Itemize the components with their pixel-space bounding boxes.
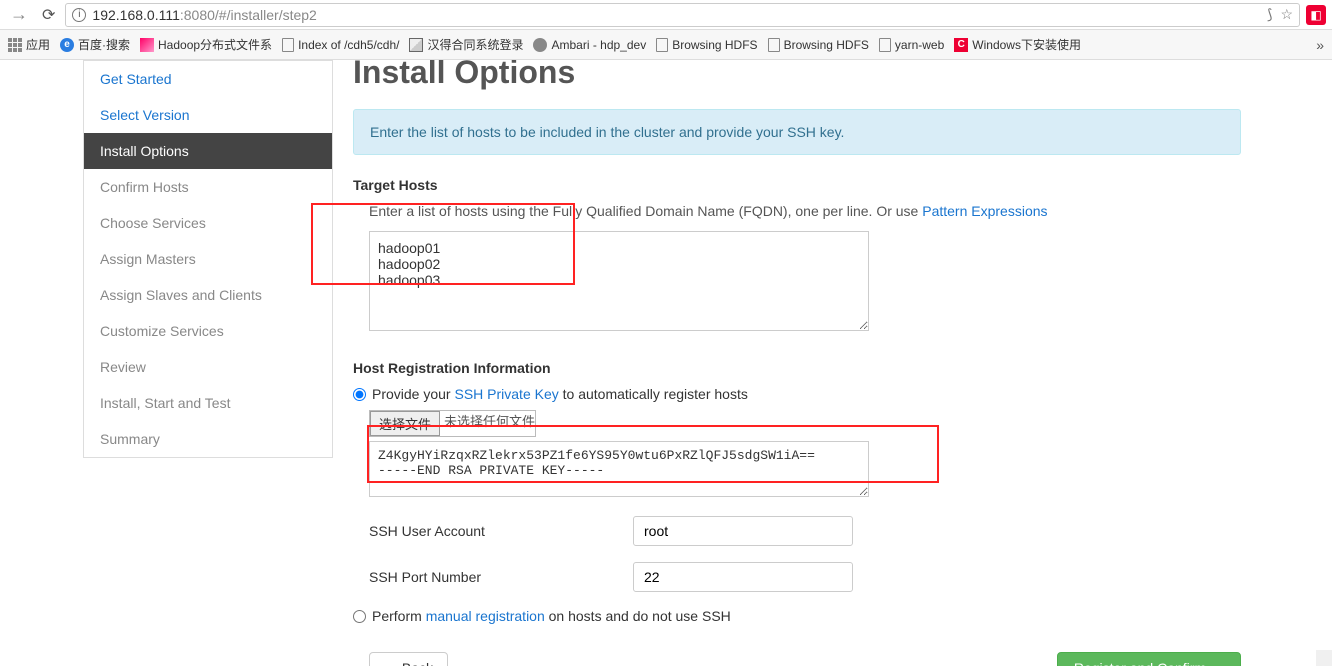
sidebar-item-confirm-hosts: Confirm Hosts — [84, 169, 332, 205]
sidebar-item-install-options[interactable]: Install Options — [84, 133, 332, 169]
url-text: 192.168.0.111:8080/#/installer/step2 — [92, 7, 1261, 23]
radio-manual-registration[interactable]: Perform manual registration on hosts and… — [353, 608, 1241, 624]
ssh-port-label: SSH Port Number — [353, 569, 633, 585]
bookmarks-overflow-icon[interactable]: » — [1316, 37, 1324, 53]
ssh-key-textarea[interactable] — [369, 441, 869, 497]
radio-ssh-key[interactable]: Provide your SSH Private Key to automati… — [353, 386, 1241, 402]
sidebar-item-get-started[interactable]: Get Started — [84, 61, 332, 97]
sidebar-item-review: Review — [84, 349, 332, 385]
bookmark-item[interactable]: CWindows下安装使用 — [954, 36, 1081, 53]
info-banner: Enter the list of hosts to be included i… — [353, 109, 1241, 155]
bookmark-item[interactable]: Browsing HDFS — [768, 38, 869, 52]
bookmark-item[interactable]: 汉得合同系统登录 — [409, 36, 523, 53]
bookmark-item[interactable]: Hadoop分布式文件系 — [140, 36, 272, 53]
back-button[interactable]: ← Back — [369, 652, 448, 666]
sidebar-item-choose-services: Choose Services — [84, 205, 332, 241]
address-bar[interactable]: i 192.168.0.111:8080/#/installer/step2 ⟆… — [65, 3, 1300, 27]
pattern-expressions-link[interactable]: Pattern Expressions — [922, 203, 1047, 219]
ssh-private-key-link[interactable]: SSH Private Key — [454, 386, 558, 402]
bookmark-item[interactable]: Index of /cdh5/cdh/ — [282, 38, 399, 52]
bookmark-item[interactable]: yarn-web — [879, 38, 944, 52]
apps-shortcut[interactable]: 应用 — [8, 36, 50, 53]
wizard-sidebar: Get Started Select Version Install Optio… — [83, 60, 333, 458]
target-hosts-heading: Target Hosts — [353, 177, 1241, 193]
sidebar-item-install-start-test: Install, Start and Test — [84, 385, 332, 421]
target-hosts-textarea[interactable] — [369, 231, 869, 331]
extension-icon[interactable]: ◧ — [1306, 5, 1326, 25]
forward-icon[interactable]: → — [6, 4, 32, 25]
ssh-port-input[interactable] — [633, 562, 853, 592]
sidebar-item-select-version[interactable]: Select Version — [84, 97, 332, 133]
file-icon — [656, 38, 668, 52]
translate-icon[interactable]: ⟆ — [1267, 6, 1272, 23]
hadoop-icon — [140, 38, 154, 52]
host-reg-heading: Host Registration Information — [353, 360, 1241, 376]
red-icon: C — [954, 38, 968, 52]
bookmark-item[interactable]: e百度·搜索 — [60, 36, 130, 53]
sidebar-item-assign-masters: Assign Masters — [84, 241, 332, 277]
site-info-icon[interactable]: i — [72, 8, 86, 22]
choose-file-button[interactable]: 选择文件 — [370, 411, 440, 436]
file-icon — [768, 38, 780, 52]
bookmark-item[interactable]: Browsing HDFS — [656, 38, 757, 52]
bookmark-star-icon[interactable]: ☆ — [1280, 6, 1293, 23]
browser-toolbar: → ⟳ i 192.168.0.111:8080/#/installer/ste… — [0, 0, 1332, 30]
apps-grid-icon — [8, 38, 22, 52]
sidebar-item-assign-slaves: Assign Slaves and Clients — [84, 277, 332, 313]
sidebar-item-summary: Summary — [84, 421, 332, 457]
ssh-user-input[interactable] — [633, 516, 853, 546]
page-icon — [409, 38, 423, 52]
manual-registration-link[interactable]: manual registration — [426, 608, 545, 624]
ssh-user-label: SSH User Account — [353, 523, 633, 539]
ie-icon: e — [60, 38, 74, 52]
radio-ssh-key-input[interactable] — [353, 388, 366, 401]
target-hosts-description: Enter a list of hosts using the Fully Qu… — [353, 203, 1241, 219]
scrollbar-corner — [1316, 650, 1332, 666]
chosen-file-label: 未选择任何文件 — [440, 411, 535, 436]
sidebar-item-customize-services: Customize Services — [84, 313, 332, 349]
file-icon — [282, 38, 294, 52]
page-title: Install Options — [353, 60, 1241, 91]
reload-icon[interactable]: ⟳ — [38, 5, 59, 25]
ambari-icon — [533, 38, 547, 52]
register-confirm-button[interactable]: Register and Confirm → — [1057, 652, 1241, 666]
file-chooser[interactable]: 选择文件 未选择任何文件 — [369, 410, 536, 437]
bookmarks-bar: 应用 e百度·搜索 Hadoop分布式文件系 Index of /cdh5/cd… — [0, 30, 1332, 60]
bookmark-item[interactable]: Ambari - hdp_dev — [533, 38, 646, 52]
file-icon — [879, 38, 891, 52]
main-content: Install Options Enter the list of hosts … — [353, 60, 1301, 666]
radio-manual-input[interactable] — [353, 610, 366, 623]
